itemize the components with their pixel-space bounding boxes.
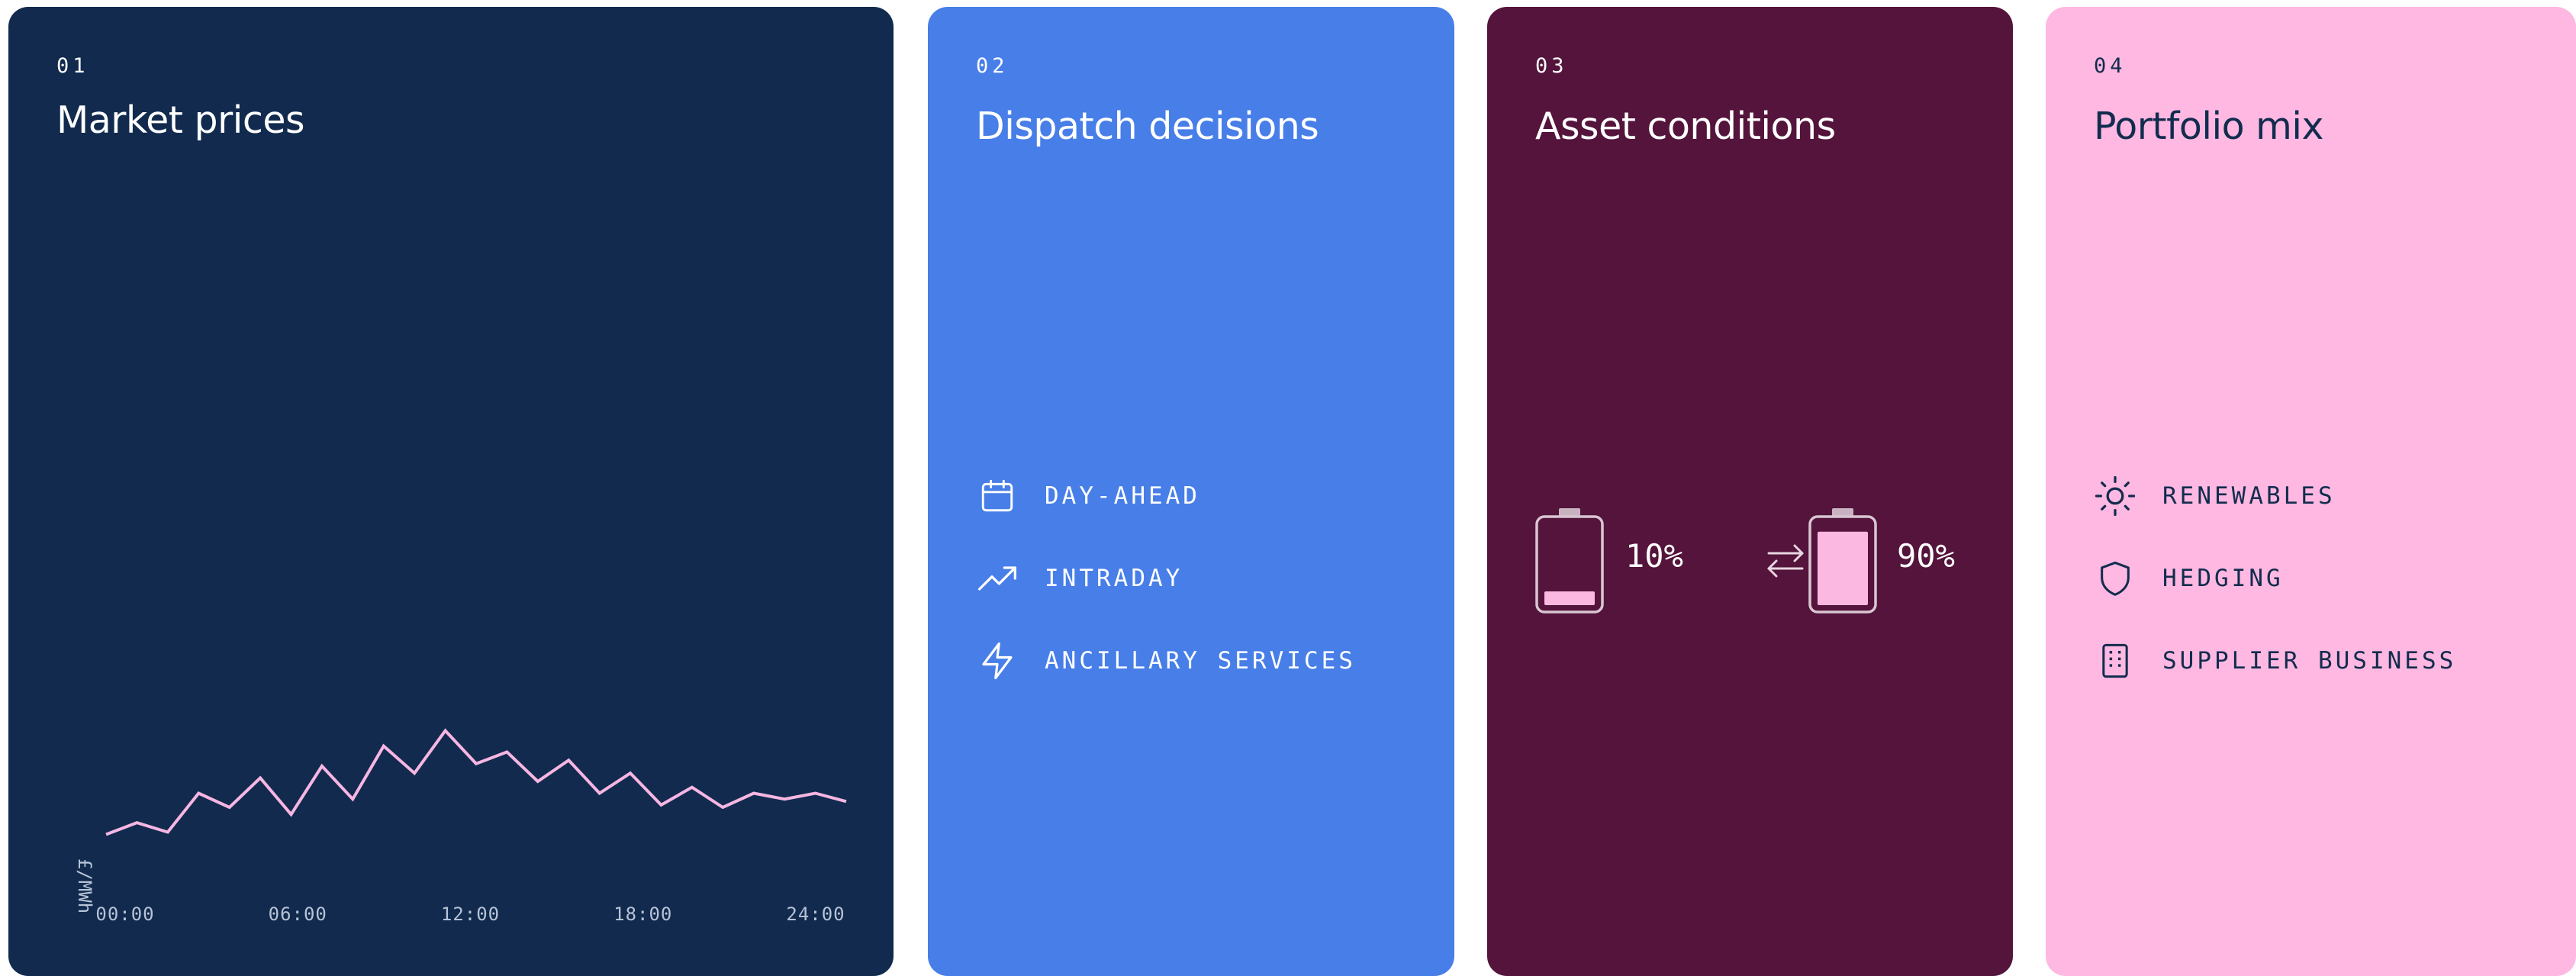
battery-high-icon [1808, 508, 1877, 614]
battery-high-percent: 90% [1897, 537, 1955, 575]
card-number: 02 [976, 54, 1009, 78]
market-prices-card: 00:00 06:00 12:00 18:00 24:00 £/MWh 01 Marke… [8, 7, 894, 976]
trending-up-icon [976, 557, 1019, 600]
chart-x-tick: 18:00 [613, 904, 672, 925]
sun-icon [2094, 475, 2136, 517]
list-item-label: INTRADAY [1045, 565, 1183, 592]
market-prices-chart: 00:00 06:00 12:00 18:00 24:00 £/MWh [74, 728, 847, 925]
list-item-label: DAY-AHEAD [1045, 482, 1200, 510]
list-item-day-ahead: DAY-AHEAD [976, 455, 1356, 537]
list-item-label: SUPPLIER BUSINESS [2162, 647, 2457, 675]
battery-low-percent: 10% [1625, 537, 1683, 575]
list-item-label: ANCILLARY SERVICES [1045, 647, 1356, 675]
chart-x-ticks: 00:00 06:00 12:00 18:00 24:00 [95, 904, 845, 925]
list-item-label: HEDGING [2162, 565, 2284, 592]
card-title: Market prices [56, 98, 305, 142]
list-item-label: RENEWABLES [2162, 482, 2336, 510]
list-item-supplier-business: SUPPLIER BUSINESS [2094, 620, 2456, 702]
card-title: Portfolio mix [2094, 105, 2324, 148]
building-icon [2094, 639, 2136, 682]
portfolio-list: RENEWABLES HEDGING SUPPLIER BUSINESS [2094, 455, 2456, 702]
chart-x-tick: 00:00 [95, 904, 154, 925]
shield-icon [2094, 557, 2136, 600]
lightning-icon [976, 639, 1019, 682]
chart-x-tick: 06:00 [269, 904, 327, 925]
list-item-renewables: RENEWABLES [2094, 455, 2456, 537]
dispatch-decisions-card: 02 Dispatch decisions DAY-AHEAD INTRADAY… [928, 7, 1454, 976]
list-item-hedging: HEDGING [2094, 537, 2456, 620]
dispatch-list: DAY-AHEAD INTRADAY ANCILLARY SERVICES [976, 455, 1356, 702]
swap-arrows-icon [1767, 544, 1804, 578]
list-item-intraday: INTRADAY [976, 537, 1356, 620]
chart-x-tick: 24:00 [786, 904, 845, 925]
card-number: 01 [56, 54, 89, 78]
card-number: 03 [1535, 54, 1568, 78]
chart-x-tick: 12:00 [441, 904, 500, 925]
card-number: 04 [2094, 54, 2127, 78]
asset-conditions-card: 03 Asset conditions 10% 90% [1487, 7, 2013, 976]
calendar-icon [976, 475, 1019, 517]
portfolio-mix-card: 04 Portfolio mix RENEWABLES HEDGING SUPP… [2046, 7, 2576, 976]
card-title: Dispatch decisions [976, 105, 1319, 148]
battery-low-icon [1535, 508, 1604, 614]
chart-y-axis-label: £/MWh [74, 858, 95, 913]
card-title: Asset conditions [1535, 105, 1836, 148]
battery-comparison: 10% 90% [1535, 508, 1993, 615]
price-line [105, 728, 847, 836]
list-item-ancillary-services: ANCILLARY SERVICES [976, 620, 1356, 702]
